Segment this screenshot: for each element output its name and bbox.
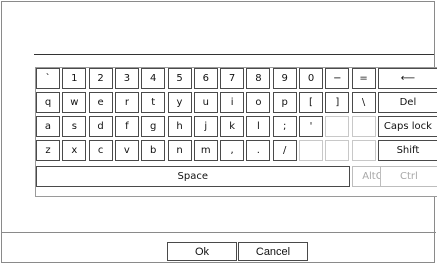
key-blank: [351, 116, 376, 137]
key-3-7[interactable]: ,: [220, 140, 245, 161]
key-2-0[interactable]: a: [36, 116, 60, 137]
key-0-6[interactable]: 6: [193, 68, 218, 89]
key-blank: [325, 140, 350, 161]
key-2-10[interactable]: ': [299, 116, 323, 137]
key-0-0[interactable]: `: [36, 68, 60, 89]
key-1-0[interactable]: q: [36, 92, 60, 113]
key-0-2[interactable]: 2: [88, 68, 113, 89]
key-2-2[interactable]: d: [88, 116, 113, 137]
space-key[interactable]: Space: [36, 166, 350, 187]
key-3-6[interactable]: m: [193, 140, 218, 161]
ctrl-key[interactable]: Ctrl: [379, 166, 437, 187]
key-1-4[interactable]: t: [141, 92, 166, 113]
key-0-3[interactable]: 3: [114, 68, 139, 89]
key-1-6[interactable]: u: [193, 92, 218, 113]
key-2-1[interactable]: s: [62, 116, 87, 137]
key-blank: [299, 140, 323, 161]
key-1-7[interactable]: i: [220, 92, 245, 113]
key-0-12[interactable]: =: [351, 68, 376, 89]
cancel-button[interactable]: Cancel: [238, 242, 308, 261]
key-0-11[interactable]: −: [325, 68, 350, 89]
key-blank: [351, 140, 376, 161]
key-1-13[interactable]: Del: [377, 92, 437, 113]
key-3-5[interactable]: n: [167, 140, 192, 161]
key-1-5[interactable]: y: [167, 92, 192, 113]
key-1-9[interactable]: p: [272, 92, 297, 113]
key-0-1[interactable]: 1: [62, 68, 87, 89]
key-2-3[interactable]: f: [114, 116, 139, 137]
key-3-2[interactable]: c: [88, 140, 113, 161]
key-2-9[interactable]: ;: [272, 116, 297, 137]
key-2-8[interactable]: l: [246, 116, 271, 137]
key-3-4[interactable]: b: [141, 140, 166, 161]
key-1-11[interactable]: ]: [325, 92, 350, 113]
ok-button[interactable]: Ok: [167, 242, 237, 261]
key-0-5[interactable]: 5: [167, 68, 192, 89]
key-1-10[interactable]: [: [299, 92, 323, 113]
key-2-5[interactable]: h: [167, 116, 192, 137]
key-3-8[interactable]: .: [246, 140, 271, 161]
key-1-1[interactable]: w: [62, 92, 87, 113]
key-0-13[interactable]: ⟵: [377, 68, 437, 89]
key-3-3[interactable]: v: [114, 140, 139, 161]
footer-divider: [2, 232, 436, 233]
key-3-13[interactable]: Shift: [377, 140, 437, 161]
key-1-12[interactable]: \: [351, 92, 376, 113]
key-0-7[interactable]: 7: [220, 68, 245, 89]
key-blank: [325, 116, 350, 137]
key-2-4[interactable]: g: [141, 116, 166, 137]
virtual-keyboard-dialog: ` 1 2 3 4 5 6 7 8 9 0− = ⟵ q w e r t y u i o p[] \ Del a s d f g h j k l;…: [1, 1, 437, 263]
key-1-3[interactable]: r: [114, 92, 139, 113]
key-1-8[interactable]: o: [246, 92, 271, 113]
key-3-9[interactable]: /: [272, 140, 297, 161]
key-0-9[interactable]: 9: [272, 68, 297, 89]
key-1-2[interactable]: e: [88, 92, 113, 113]
key-2-6[interactable]: j: [193, 116, 218, 137]
key-3-1[interactable]: x: [62, 140, 87, 161]
key-0-8[interactable]: 8: [246, 68, 271, 89]
key-2-7[interactable]: k: [220, 116, 245, 137]
keyboard-panel: ` 1 2 3 4 5 6 7 8 9 0− = ⟵ q w e r t y u i o p[] \ Del a s d f g h j k l;…: [35, 67, 437, 197]
key-0-10[interactable]: 0: [299, 68, 323, 89]
key-2-13[interactable]: Caps lock: [377, 116, 437, 137]
key-3-0[interactable]: z: [36, 140, 60, 161]
key-0-4[interactable]: 4: [141, 68, 166, 89]
text-input-line[interactable]: [34, 54, 434, 55]
